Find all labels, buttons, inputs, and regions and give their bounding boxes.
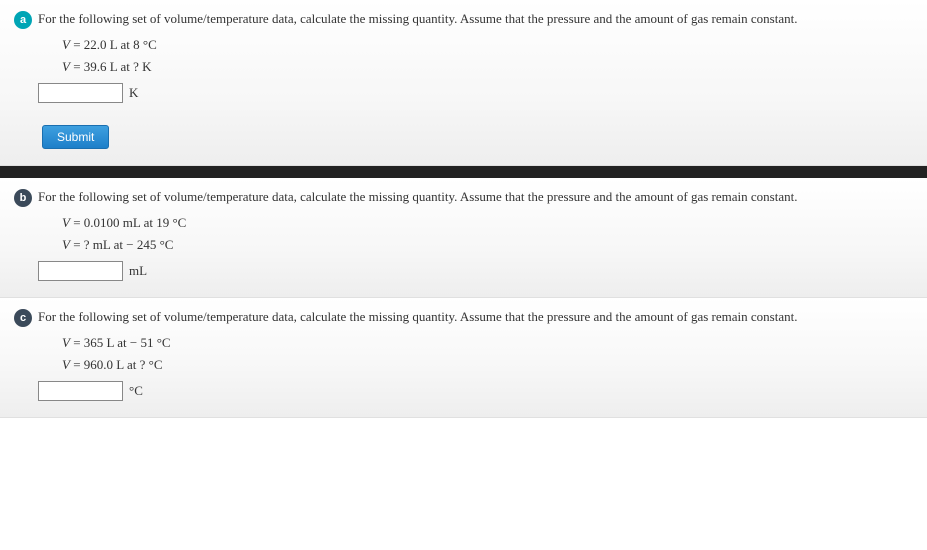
part-b: b For the following set of volume/temper… bbox=[0, 178, 927, 298]
prompt-c: For the following set of volume/temperat… bbox=[38, 308, 797, 326]
unit-b: mL bbox=[129, 263, 147, 279]
given-c-line1-rest: = 365 L at − 51 °C bbox=[70, 335, 171, 350]
given-b: V = 0.0100 mL at 19 °C V = ? mL at − 245… bbox=[62, 215, 913, 253]
var-v: V bbox=[62, 357, 70, 372]
given-a: V = 22.0 L at 8 °C V = 39.6 L at ? K bbox=[62, 37, 913, 75]
given-a-line1-rest: = 22.0 L at 8 °C bbox=[70, 37, 157, 52]
badge-a: a bbox=[14, 11, 32, 29]
unit-c: °C bbox=[129, 383, 143, 399]
given-a-line2-rest: = 39.6 L at ? K bbox=[70, 59, 152, 74]
given-c: V = 365 L at − 51 °C V = 960.0 L at ? °C bbox=[62, 335, 913, 373]
given-b-line1-rest: = 0.0100 mL at 19 °C bbox=[70, 215, 186, 230]
question-row-c: c For the following set of volume/temper… bbox=[14, 308, 913, 327]
part-a: a For the following set of volume/temper… bbox=[0, 0, 927, 166]
badge-c: c bbox=[14, 309, 32, 327]
given-c-line2-rest: = 960.0 L at ? °C bbox=[70, 357, 163, 372]
submit-button[interactable]: Submit bbox=[42, 125, 109, 149]
submit-wrap-a: Submit bbox=[42, 125, 913, 149]
prompt-b: For the following set of volume/temperat… bbox=[38, 188, 797, 206]
answer-input-a[interactable] bbox=[38, 83, 123, 103]
badge-b: b bbox=[14, 189, 32, 207]
unit-a: K bbox=[129, 85, 138, 101]
question-row-b: b For the following set of volume/temper… bbox=[14, 188, 913, 207]
question-row-a: a For the following set of volume/temper… bbox=[14, 10, 913, 29]
given-a-line1: V = 22.0 L at 8 °C bbox=[62, 37, 913, 53]
given-b-line2-rest: = ? mL at − 245 °C bbox=[70, 237, 174, 252]
answer-row-b: mL bbox=[38, 261, 913, 281]
answer-row-a: K bbox=[38, 83, 913, 103]
prompt-a: For the following set of volume/temperat… bbox=[38, 10, 797, 28]
given-b-line2: V = ? mL at − 245 °C bbox=[62, 237, 913, 253]
given-c-line1: V = 365 L at − 51 °C bbox=[62, 335, 913, 351]
answer-input-b[interactable] bbox=[38, 261, 123, 281]
var-v: V bbox=[62, 37, 70, 52]
given-b-line1: V = 0.0100 mL at 19 °C bbox=[62, 215, 913, 231]
part-c: c For the following set of volume/temper… bbox=[0, 298, 927, 418]
var-v: V bbox=[62, 237, 70, 252]
given-a-line2: V = 39.6 L at ? K bbox=[62, 59, 913, 75]
answer-input-c[interactable] bbox=[38, 381, 123, 401]
var-v: V bbox=[62, 335, 70, 350]
var-v: V bbox=[62, 59, 70, 74]
section-separator bbox=[0, 166, 927, 178]
given-c-line2: V = 960.0 L at ? °C bbox=[62, 357, 913, 373]
answer-row-c: °C bbox=[38, 381, 913, 401]
var-v: V bbox=[62, 215, 70, 230]
